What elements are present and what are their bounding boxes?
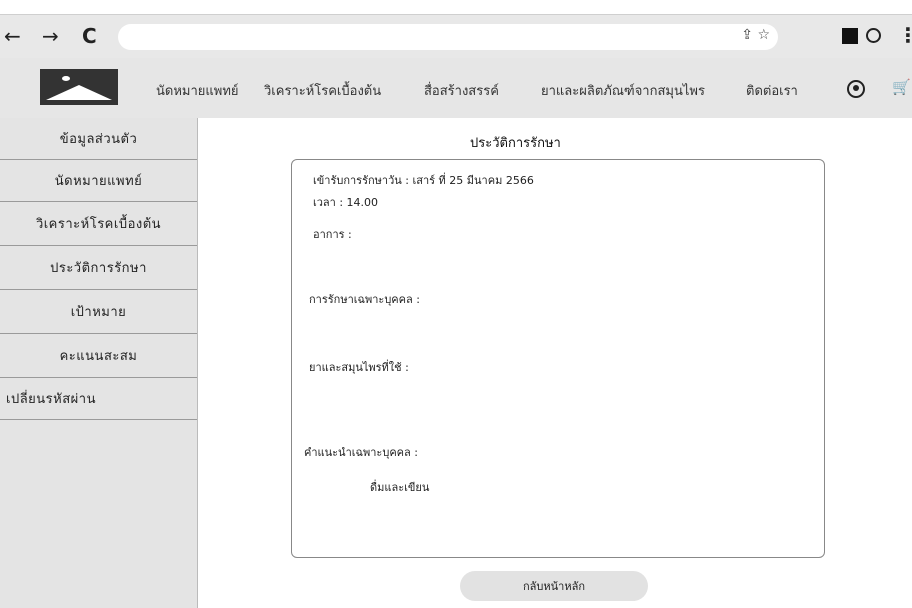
visit-date-text: เข้ารับการรักษาวัน : เสาร์ ที่ 25 มีนาคม… — [313, 174, 534, 187]
nav-herbal-products[interactable]: ยาและผลิตภัณฑ์จากสมุนไพร — [541, 80, 705, 101]
sidebar-item-label: เป้าหมาย — [70, 305, 127, 320]
sidebar-item-label: เปลี่ยนรหัสผ่าน — [6, 392, 96, 407]
personal-treatment-label: การรักษาเฉพาะบุคคล : — [309, 293, 420, 306]
back-icon[interactable]: ← — [4, 23, 21, 49]
browser-menu-icon[interactable]: ⋮ — [898, 23, 912, 47]
sidebar-item-history[interactable]: ประวัติการรักษา — [0, 246, 197, 290]
nav-media[interactable]: สื่อสร้างสรรค์ — [424, 80, 499, 101]
sidebar-item-diagnosis[interactable]: วิเคราะห์โรคเบื้องต้น — [0, 202, 197, 246]
sidebar-item-label: วิเคราะห์โรคเบื้องต้น — [35, 217, 162, 232]
sidebar-item-profile[interactable]: ข้อมูลส่วนตัว — [0, 118, 197, 160]
nav-diagnosis[interactable]: วิเคราะห์โรคเบื้องต้น — [264, 80, 381, 101]
forward-icon[interactable]: → — [42, 23, 59, 49]
nav-appointment[interactable]: นัดหมายแพทย์ — [156, 80, 239, 101]
page-title: ประวัติการรักษา — [470, 136, 561, 151]
sidebar-item-label: ข้อมูลส่วนตัว — [59, 132, 138, 147]
logo-image-icon[interactable] — [40, 69, 118, 105]
advice-value: ดื่มและเขียน — [370, 481, 430, 494]
nav-contact[interactable]: ติดต่อเรา — [746, 80, 798, 101]
reload-icon[interactable]: C — [82, 23, 97, 49]
visit-time-text: เวลา : 14.00 — [313, 196, 379, 209]
sidebar-item-change-password[interactable]: เปลี่ยนรหัสผ่าน — [0, 378, 197, 420]
sidebar-item-goals[interactable]: เป้าหมาย — [0, 290, 197, 334]
sidebar-item-label: นัดหมายแพทย์ — [54, 174, 143, 189]
side-panel-icon[interactable] — [842, 28, 858, 44]
medicine-label: ยาและสมุนไพรที่ใช้ : — [309, 361, 409, 374]
advice-label: คำแนะนำเฉพาะบุคคล : — [304, 446, 418, 459]
sidebar-item-appointment[interactable]: นัดหมายแพทย์ — [0, 160, 197, 202]
treatment-record-card: เข้ารับการรักษาวัน : เสาร์ ที่ 25 มีนาคม… — [291, 159, 825, 558]
sidebar-item-label: ประวัติการรักษา — [50, 261, 147, 276]
back-to-home-button[interactable]: กลับหน้าหลัก — [460, 571, 648, 601]
profile-circle-icon[interactable] — [866, 28, 881, 43]
sidebar-item-label: คะแนนสะสม — [59, 349, 138, 364]
cart-icon[interactable]: 🛒 — [892, 78, 911, 96]
user-account-icon[interactable] — [847, 80, 865, 98]
sidebar-item-points[interactable]: คะแนนสะสม — [0, 334, 197, 378]
sidebar: ข้อมูลส่วนตัว นัดหมายแพทย์ วิเคราะห์โรคเ… — [0, 118, 198, 608]
address-bar[interactable]: ⇪ ☆ — [118, 24, 778, 50]
symptoms-label: อาการ : — [313, 228, 352, 241]
browser-toolbar: ← → C ⇪ ☆ ⋮ — [0, 14, 912, 60]
site-navbar: นัดหมายแพทย์ วิเคราะห์โรคเบื้องต้น สื่อส… — [0, 58, 912, 118]
share-bookmark-icons[interactable]: ⇪ ☆ — [741, 27, 770, 43]
